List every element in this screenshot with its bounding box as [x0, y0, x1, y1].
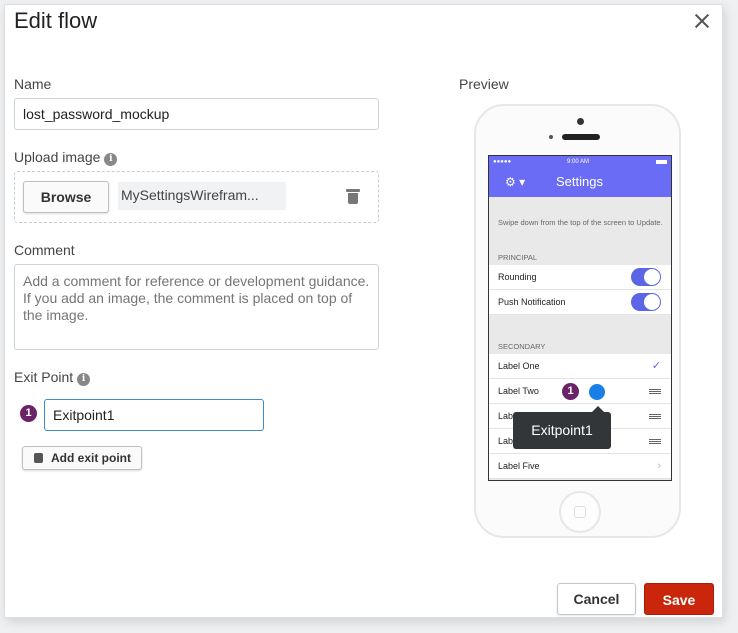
- upload-image-label: Upload image i: [14, 149, 118, 166]
- drag-handle-icon[interactable]: [649, 439, 661, 444]
- status-bar: ●●●●● 9:00 AM: [489, 156, 671, 168]
- exit-point-index-badge: 1: [20, 405, 37, 422]
- add-exit-point-label: Add exit point: [51, 451, 131, 465]
- exit-point-label: Exit Point i: [14, 369, 91, 386]
- preview-label: Preview: [459, 76, 509, 92]
- row-label: Label Five: [498, 461, 540, 471]
- upload-image-label-text: Upload image: [14, 149, 101, 165]
- home-button: [559, 491, 601, 533]
- name-input[interactable]: lost_password_mockup: [14, 98, 379, 130]
- drag-handle-icon[interactable]: [649, 389, 661, 394]
- row-label: Push Notification: [498, 297, 566, 307]
- row-label: Rounding: [498, 272, 537, 282]
- exit-point-tooltip: Exitpoint1: [513, 406, 611, 449]
- trash-icon[interactable]: [346, 189, 360, 204]
- upload-dropzone[interactable]: Browse MySettingsWirefram...: [14, 171, 379, 223]
- comment-label: Comment: [14, 242, 75, 258]
- browse-button[interactable]: Browse: [23, 181, 109, 213]
- info-icon[interactable]: i: [104, 153, 118, 166]
- settings-row[interactable]: Label Five ›: [489, 454, 671, 479]
- comment-textarea[interactable]: [14, 264, 379, 350]
- settings-row[interactable]: Label Two: [489, 379, 671, 404]
- toggle-switch[interactable]: [631, 293, 661, 311]
- close-icon[interactable]: [692, 10, 712, 32]
- chevron-right-icon: ›: [657, 460, 661, 472]
- check-icon: ✓: [651, 360, 661, 372]
- status-time: 9:00 AM: [567, 159, 590, 165]
- save-button[interactable]: Save: [644, 583, 714, 615]
- principal-header: PRINCIPAL: [498, 253, 538, 262]
- speaker-grille: [562, 134, 600, 140]
- settings-row[interactable]: Push Notification: [489, 290, 671, 315]
- gear-icon[interactable]: ⚙ ▾: [505, 175, 525, 189]
- add-exit-point-button[interactable]: Add exit point: [22, 446, 142, 470]
- camera-icon: [577, 118, 584, 125]
- sensor-dot: [549, 135, 553, 139]
- settings-row[interactable]: Label One ✓: [489, 354, 671, 379]
- exit-point-marker[interactable]: [589, 384, 605, 400]
- battery-icon: [656, 160, 667, 164]
- exit-point-input[interactable]: Exitpoint1: [44, 399, 264, 431]
- row-label: Label Two: [498, 386, 539, 396]
- hint-text: Swipe down from the top of the screen to…: [498, 218, 663, 227]
- settings-row[interactable]: Rounding: [489, 265, 671, 290]
- name-label: Name: [14, 76, 52, 92]
- row-label: Label One: [498, 361, 540, 371]
- drag-handle-icon[interactable]: [649, 414, 661, 419]
- info-icon[interactable]: i: [77, 373, 91, 386]
- signal-icon: ●●●●●: [493, 159, 512, 165]
- nav-bar: ⚙ ▾ Settings: [489, 168, 671, 197]
- phone-preview: ●●●●● 9:00 AM ⚙ ▾ Settings Swipe down fr…: [474, 104, 681, 538]
- nav-title: Settings: [556, 174, 603, 189]
- uploaded-filename: MySettingsWirefram...: [118, 182, 286, 210]
- toggle-switch[interactable]: [631, 268, 661, 286]
- exit-point-marker-badge: 1: [562, 383, 579, 400]
- secondary-header: SECONDARY: [498, 342, 546, 351]
- add-icon: [34, 453, 43, 463]
- cancel-button[interactable]: Cancel: [557, 583, 636, 615]
- dialog-title: Edit flow: [14, 8, 98, 33]
- exit-point-label-text: Exit Point: [14, 369, 74, 385]
